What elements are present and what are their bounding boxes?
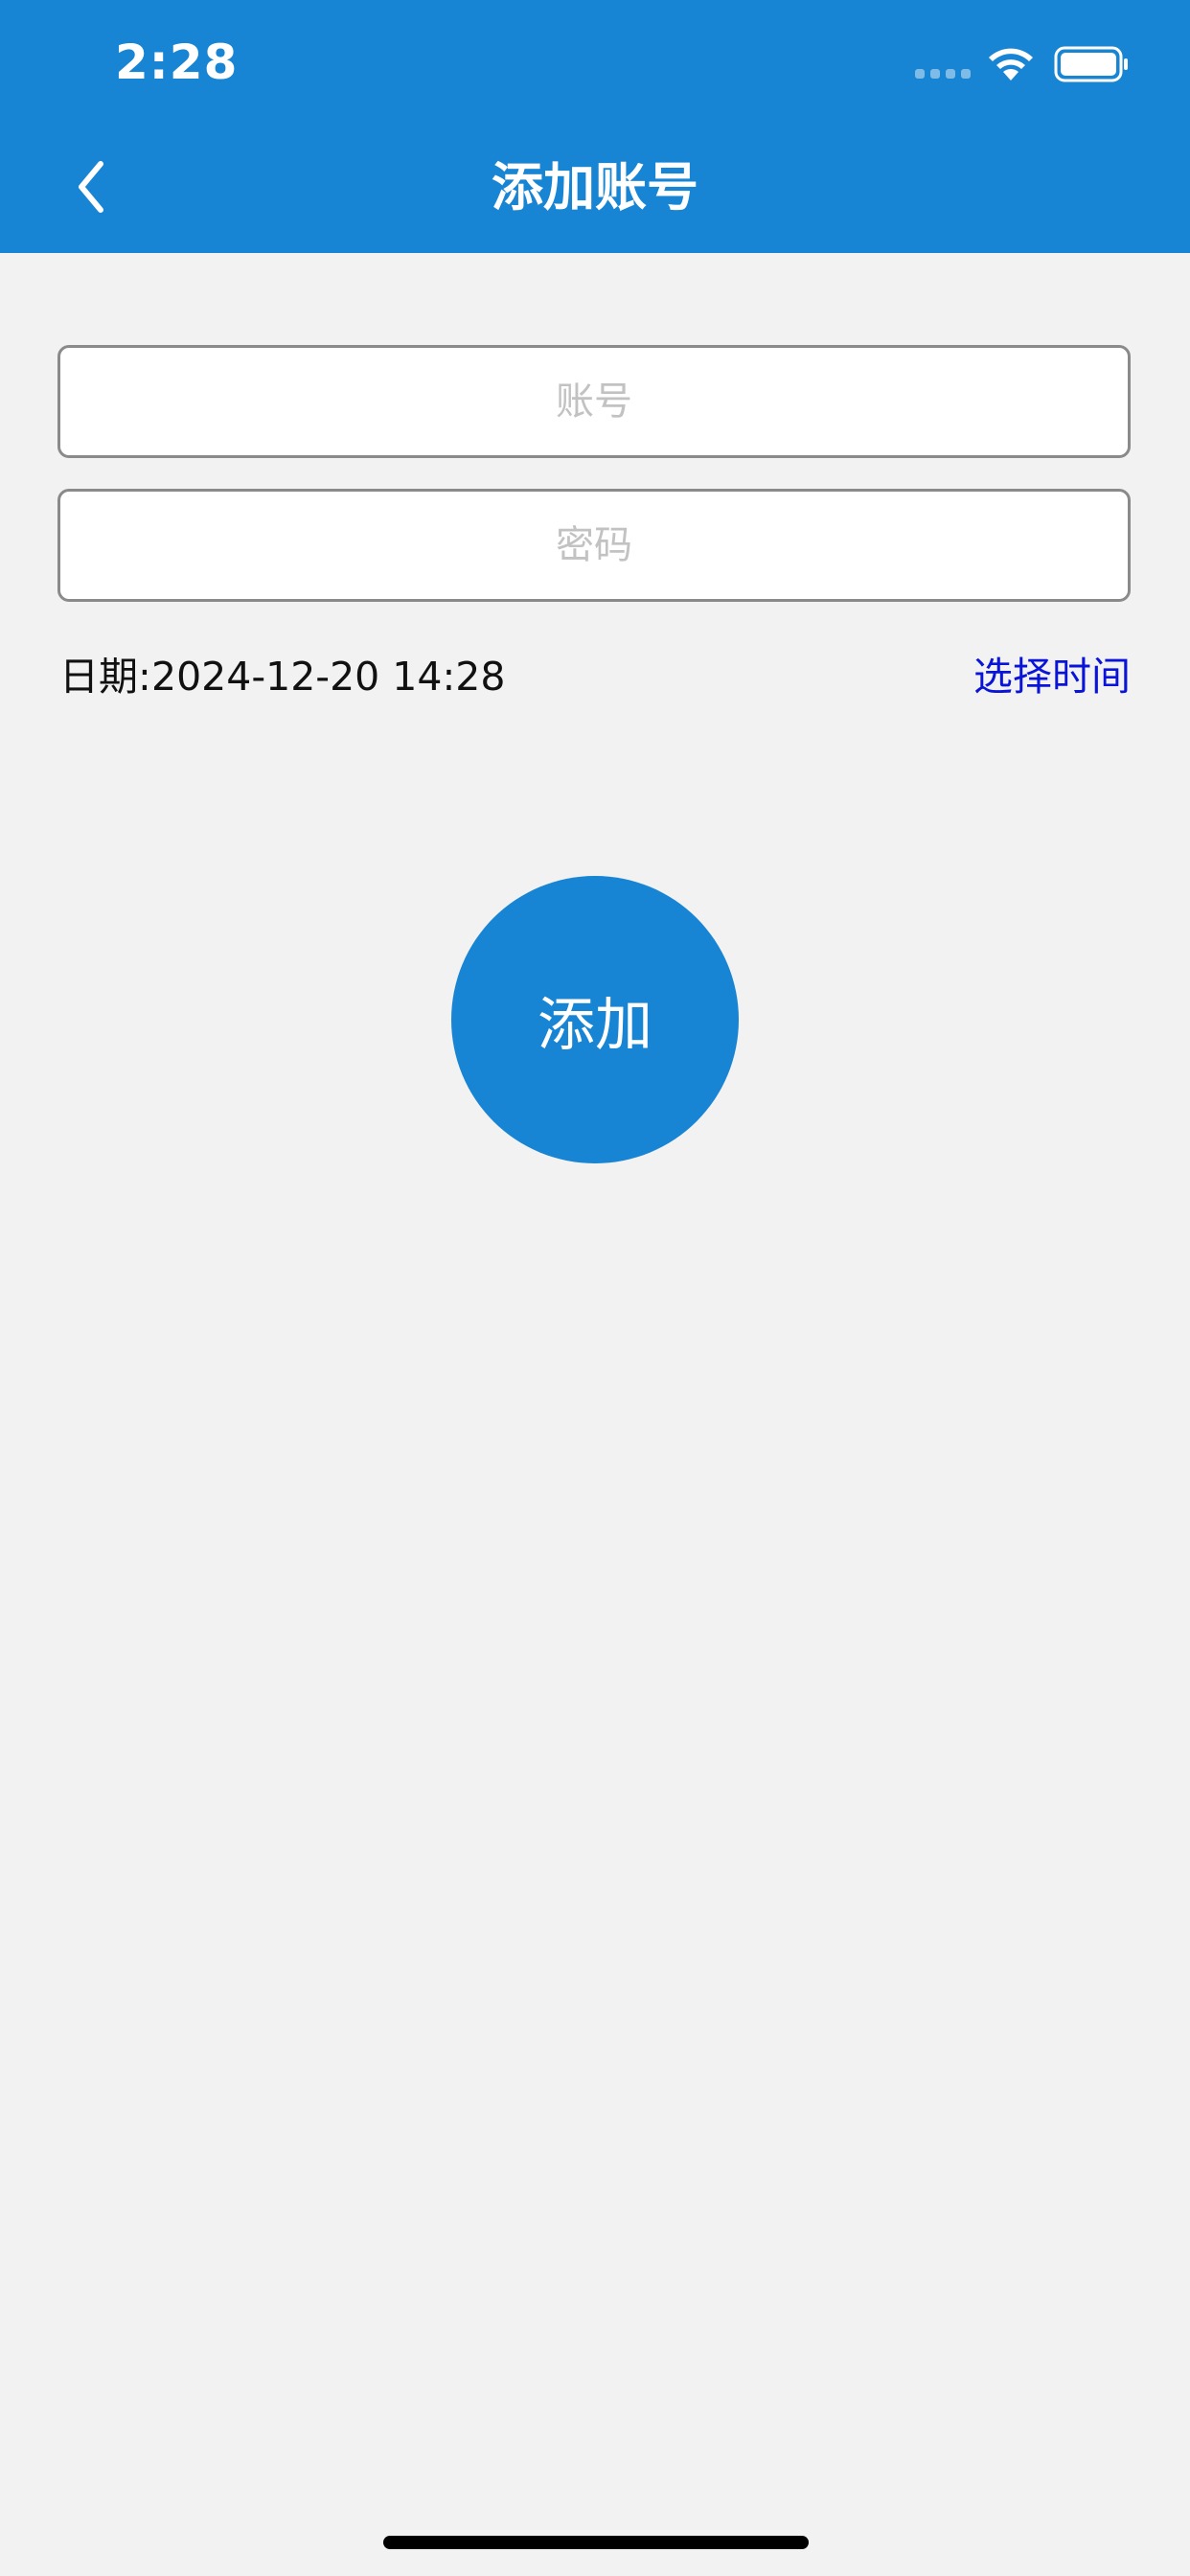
add-button[interactable]: 添加 xyxy=(451,876,739,1163)
date-label: 日期: xyxy=(59,654,151,700)
nav-header: 2:28 添加账号 xyxy=(0,0,1190,253)
account-field[interactable] xyxy=(57,345,1131,458)
battery-icon xyxy=(1054,46,1128,82)
page-title: 添加账号 xyxy=(492,157,698,218)
wifi-icon xyxy=(989,48,1033,80)
home-indicator xyxy=(383,2536,809,2549)
account-input[interactable] xyxy=(60,348,1128,455)
select-time-link[interactable]: 选择时间 xyxy=(973,648,1131,705)
status-time: 2:28 xyxy=(115,34,239,90)
password-field[interactable] xyxy=(57,489,1131,602)
cellular-signal-icon xyxy=(915,69,971,79)
date-row: 日期: 2024-12-20 14:28 选择时间 xyxy=(59,648,1131,705)
date-value: 2024-12-20 14:28 xyxy=(151,654,506,700)
password-input[interactable] xyxy=(60,492,1128,599)
